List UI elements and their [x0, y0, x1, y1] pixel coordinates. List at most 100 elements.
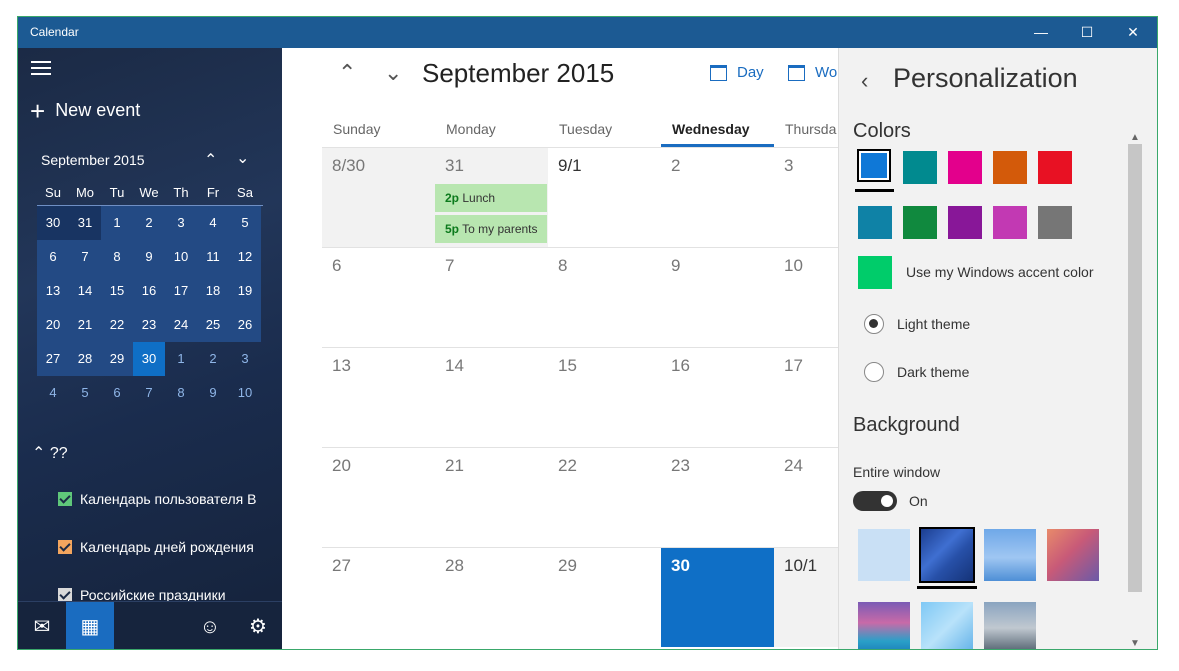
mini-day[interactable]: 12: [229, 240, 261, 274]
panel-scrollbar[interactable]: [1128, 144, 1142, 592]
day-cell[interactable]: 27: [322, 547, 435, 647]
mini-day[interactable]: 13: [37, 274, 69, 308]
day-cell[interactable]: 29: [548, 547, 661, 647]
mini-day[interactable]: 25: [197, 308, 229, 342]
mini-day[interactable]: 27: [37, 342, 69, 376]
light-theme-radio[interactable]: [864, 314, 884, 334]
day-view-button[interactable]: Day: [710, 64, 764, 81]
dark-theme-radio[interactable]: [864, 362, 884, 382]
mini-day[interactable]: 29: [101, 342, 133, 376]
mini-day[interactable]: 14: [69, 274, 101, 308]
background-thumbnail[interactable]: [1047, 529, 1099, 581]
day-cell[interactable]: 28: [435, 547, 548, 647]
color-swatch[interactable]: [903, 206, 937, 239]
color-swatch[interactable]: [1038, 206, 1072, 239]
checkbox-icon[interactable]: [58, 540, 72, 554]
mini-day[interactable]: 4: [37, 376, 69, 410]
day-cell[interactable]: 8/30: [322, 147, 435, 247]
day-cell[interactable]: 10: [774, 247, 838, 347]
mini-day[interactable]: 3: [229, 342, 261, 376]
mini-day[interactable]: 1: [165, 342, 197, 376]
day-cell[interactable]: 3: [774, 147, 838, 247]
next-month-icon[interactable]: ⌄: [384, 60, 402, 86]
accent-color-label[interactable]: Use my Windows accent color: [906, 264, 1094, 280]
background-thumbnail[interactable]: [921, 602, 973, 649]
color-swatch[interactable]: [948, 206, 982, 239]
mini-day[interactable]: 16: [133, 274, 165, 308]
minimize-button[interactable]: —: [1018, 17, 1064, 48]
color-swatch[interactable]: [903, 151, 937, 184]
entire-window-toggle[interactable]: [853, 491, 897, 511]
day-cell[interactable]: 17: [774, 347, 838, 447]
day-cell[interactable]: 15: [548, 347, 661, 447]
mini-day[interactable]: 6: [101, 376, 133, 410]
day-cell[interactable]: 7: [435, 247, 548, 347]
checkbox-icon[interactable]: [58, 588, 72, 602]
color-swatch[interactable]: [1038, 151, 1072, 184]
calendar-toggle[interactable]: Календарь дней рождения: [58, 539, 254, 555]
mini-day[interactable]: 9: [197, 376, 229, 410]
mini-day[interactable]: 4: [197, 206, 229, 240]
background-thumbnail[interactable]: [858, 529, 910, 581]
color-swatch-selected[interactable]: [857, 149, 891, 182]
color-swatch[interactable]: [993, 206, 1027, 239]
day-cell[interactable]: 2: [661, 147, 774, 247]
calendar-group-header[interactable]: ⌃ ??: [32, 443, 68, 463]
back-arrow-icon[interactable]: ‹: [861, 68, 868, 94]
day-cell[interactable]: 22: [548, 447, 661, 547]
hamburger-menu-icon[interactable]: [31, 61, 51, 75]
gear-icon[interactable]: ⚙: [234, 602, 282, 649]
mini-day[interactable]: 26: [229, 308, 261, 342]
mini-calendar-month[interactable]: September 2015: [41, 152, 145, 168]
scroll-up-icon[interactable]: ▲: [1130, 132, 1140, 143]
background-thumbnail[interactable]: [984, 602, 1036, 649]
mini-day[interactable]: 11: [197, 240, 229, 274]
mini-day[interactable]: 7: [133, 376, 165, 410]
previous-month-icon[interactable]: ⌃: [338, 60, 356, 86]
mini-day[interactable]: 24: [165, 308, 197, 342]
mini-day[interactable]: 28: [69, 342, 101, 376]
calendar-toggle[interactable]: Календарь пользователя В: [58, 491, 256, 507]
scroll-down-icon[interactable]: ▼: [1130, 638, 1140, 649]
mini-day[interactable]: 5: [69, 376, 101, 410]
day-cell[interactable]: 21: [435, 447, 548, 547]
mail-icon[interactable]: ✉: [18, 602, 66, 649]
mini-day[interactable]: 31: [69, 206, 101, 240]
work-week-view-button[interactable]: Wor: [788, 64, 838, 81]
mini-day[interactable]: 8: [101, 240, 133, 274]
color-swatch[interactable]: [858, 206, 892, 239]
day-cell[interactable]: 24: [774, 447, 838, 547]
day-cell[interactable]: 6: [322, 247, 435, 347]
day-cell[interactable]: 20: [322, 447, 435, 547]
color-swatch[interactable]: [948, 151, 982, 184]
mini-day[interactable]: 18: [197, 274, 229, 308]
mini-day[interactable]: 5: [229, 206, 261, 240]
mini-day[interactable]: 8: [165, 376, 197, 410]
mini-day[interactable]: 10: [165, 240, 197, 274]
mini-day[interactable]: 19: [229, 274, 261, 308]
mini-day[interactable]: 22: [101, 308, 133, 342]
mini-day[interactable]: 30: [37, 206, 69, 240]
checkbox-icon[interactable]: [58, 492, 72, 506]
mini-day[interactable]: 17: [165, 274, 197, 308]
mini-day[interactable]: 2: [133, 206, 165, 240]
mini-prev-month-icon[interactable]: ⌃: [204, 150, 217, 170]
mini-day[interactable]: 20: [37, 308, 69, 342]
color-swatch[interactable]: [993, 151, 1027, 184]
background-thumbnail[interactable]: [858, 602, 910, 649]
day-cell[interactable]: 23: [661, 447, 774, 547]
calendar-icon[interactable]: ▦: [66, 602, 114, 649]
maximize-button[interactable]: ☐: [1064, 17, 1110, 48]
day-cell[interactable]: 9: [661, 247, 774, 347]
day-cell-today[interactable]: 30: [661, 547, 774, 647]
mini-day[interactable]: 15: [101, 274, 133, 308]
mini-day-selected[interactable]: 30: [133, 342, 165, 376]
day-cell[interactable]: 16: [661, 347, 774, 447]
close-button[interactable]: ✕: [1110, 17, 1156, 48]
mini-day[interactable]: 6: [37, 240, 69, 274]
day-cell[interactable]: 10/1: [774, 547, 838, 647]
event-item[interactable]: 5p To my parents: [435, 215, 547, 243]
background-thumbnail-selected[interactable]: [919, 527, 975, 583]
background-thumbnail[interactable]: [984, 529, 1036, 581]
mini-day[interactable]: 23: [133, 308, 165, 342]
